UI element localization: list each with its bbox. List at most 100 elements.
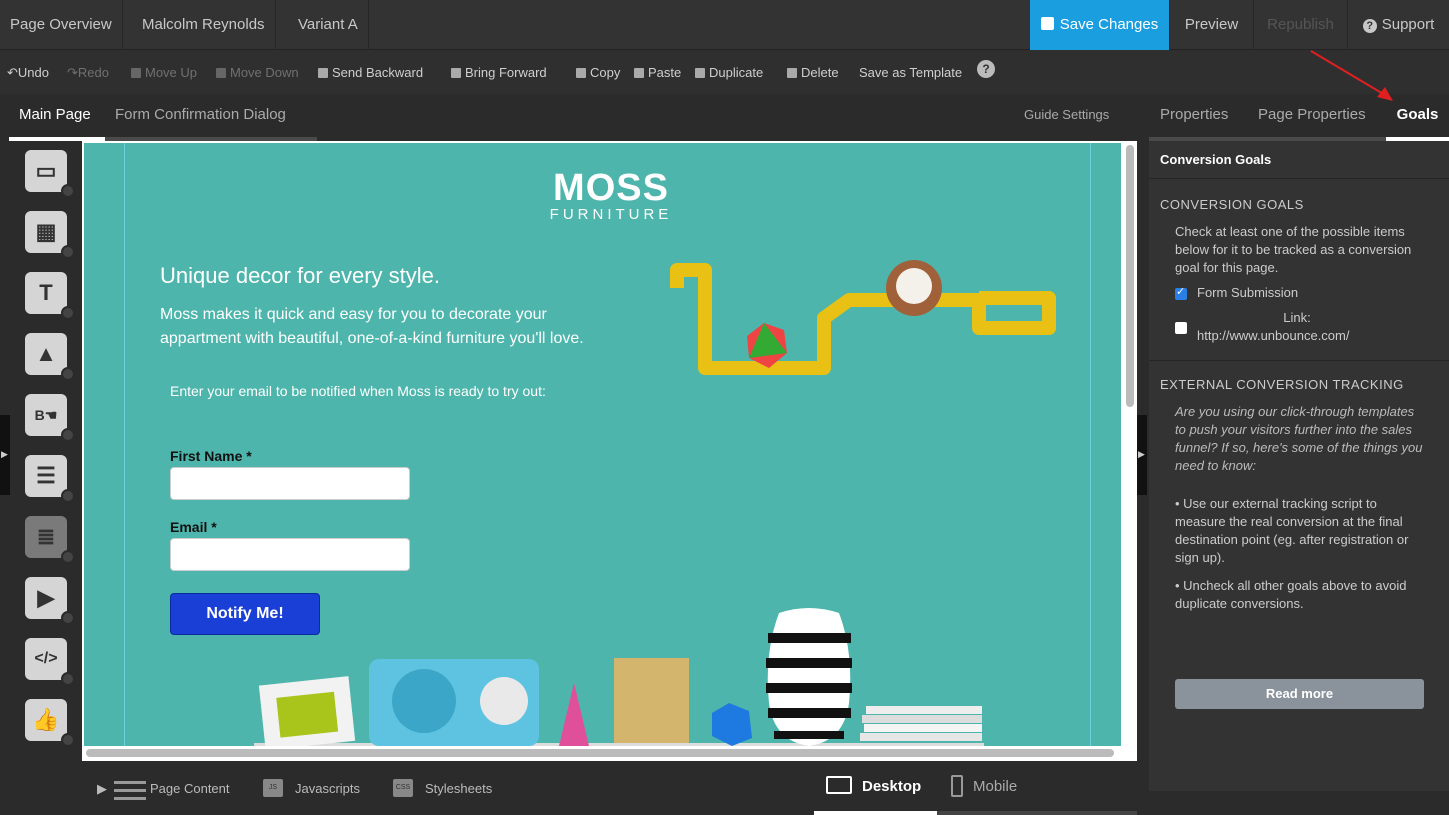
copy-button[interactable]: Copy [576,65,620,80]
save-as-template-button[interactable]: Save as Template [859,65,962,80]
caret-right-icon[interactable]: ▶ [97,781,107,797]
send-backward-label: Send Backward [332,65,424,80]
decor-illustration[interactable] [254,603,984,746]
move-down-button[interactable]: Move Down [216,65,299,80]
copy-icon [576,68,586,78]
undo-button[interactable]: ↶Undo [7,65,49,81]
lightbox-tool[interactable]: ≣ [25,516,75,564]
paste-button[interactable]: Paste [634,65,681,80]
delete-button[interactable]: Delete [787,65,839,80]
stylesheets-link[interactable]: Stylesheets [425,781,492,796]
save-changes-label: Save Changes [1059,16,1159,33]
desktop-view-tab[interactable]: Desktop [814,761,937,815]
page-content-link[interactable]: Page Content [150,781,230,796]
button-icon: B☚ [34,407,58,423]
send-backward-button[interactable]: Send Backward [318,65,423,80]
book-stack [860,706,982,741]
expand-icon [61,367,75,381]
breadcrumb-variant[interactable]: Variant A [288,0,369,50]
conversion-goals-description: Check at least one of the possible items… [1175,224,1412,275]
geometric-ornament [712,703,752,746]
box-tool[interactable]: ▦ [25,211,75,259]
picture-frame-art [276,691,339,738]
breadcrumb-page-name[interactable]: Malcolm Reynolds [132,0,276,50]
paste-icon [634,68,644,78]
read-more-button[interactable]: Read more [1175,679,1424,709]
button-tool[interactable]: B☚ [25,394,75,442]
panel-header: Conversion Goals [1160,152,1272,167]
delete-label: Delete [801,65,839,80]
social-tool[interactable]: 👍 [25,699,75,747]
form-submission-checkbox[interactable] [1175,285,1187,300]
canvas-horizontal-scrollbar[interactable] [86,749,1114,757]
tab-main-page[interactable]: Main Page [9,95,105,141]
page-content-icon [114,779,146,801]
subline-text[interactable]: Moss makes it quick and easy for you to … [160,303,630,351]
first-name-input[interactable] [170,467,410,500]
thumbs-up-icon: 👍 [32,707,60,732]
divider [1149,178,1449,179]
section-tool[interactable]: ▭ [25,150,75,198]
redo-button[interactable]: ↷Redo [67,65,109,81]
stylesheet-icon: CSS [393,779,413,797]
guide-settings-link[interactable]: Guide Settings [1024,95,1109,141]
external-tracking-title: EXTERNAL CONVERSION TRACKING [1160,377,1404,392]
radio-speaker [392,669,456,733]
javascript-icon: JS [263,779,283,797]
form-tool[interactable]: ☰ [25,455,75,503]
form-icon: ☰ [36,463,56,488]
annotation-arrow [1310,50,1393,101]
moss-logo[interactable]: MOSS FURNITURE [546,169,676,223]
text-icon: T [39,280,53,305]
email-input[interactable] [170,538,410,571]
undo-icon: ↶ [7,65,18,80]
javascripts-link[interactable]: Javascripts [295,781,360,796]
code-icon: </> [34,650,58,667]
trash-icon [787,68,797,78]
text-tool[interactable]: T [25,272,75,320]
tab-form-confirmation[interactable]: Form Confirmation Dialog [105,95,317,141]
radio-dial [480,677,528,725]
desktop-icon [826,776,852,794]
mobile-label: Mobile [973,778,1018,795]
expand-icon [61,428,75,442]
conversion-goals-title: CONVERSION GOALS [1160,197,1304,212]
table-surface [254,743,984,746]
bring-forward-icon [451,68,461,78]
save-changes-button[interactable]: Save Changes [1030,0,1169,50]
right-collapse-handle[interactable]: ▶ [1137,415,1147,495]
guide-line-left [124,143,125,746]
section-icon: ▭ [35,158,57,183]
breadcrumb-page-overview[interactable]: Page Overview [0,0,123,50]
bring-forward-label: Bring Forward [465,65,547,80]
duplicate-icon [695,68,705,78]
expand-icon [61,611,75,625]
form-intro-text[interactable]: Enter your email to be notified when Mos… [170,383,546,399]
link-goal-checkbox[interactable] [1175,322,1187,334]
help-circle-icon: ? [1362,19,1377,33]
paste-label: Paste [648,65,682,80]
preview-button[interactable]: Preview [1169,0,1253,50]
tab-properties[interactable]: Properties [1160,95,1228,141]
canvas-vertical-scrollbar[interactable] [1126,145,1134,407]
bring-forward-button[interactable]: Bring Forward [451,65,547,80]
first-name-label: First Name * [170,448,252,464]
logo-text-top: MOSS [553,167,669,209]
move-down-label: Move Down [230,65,299,80]
expand-icon [61,733,75,747]
html-tool[interactable]: </> [25,638,75,686]
video-tool[interactable]: ▶ [25,577,75,625]
mobile-view-tab[interactable]: Mobile [937,761,1137,815]
help-icon[interactable]: ? [977,60,995,78]
left-collapse-handle[interactable]: ▶ [0,415,10,495]
republish-button[interactable]: Republish [1253,0,1347,50]
duplicate-button[interactable]: Duplicate [695,65,763,80]
headline-text[interactable]: Unique decor for every style. [160,263,440,289]
link-goal-label: Link: [1283,310,1311,325]
shelf-illustration[interactable] [669,258,1059,383]
tracking-bullet-1: • Use our external tracking script to me… [1175,496,1409,565]
page-canvas[interactable]: MOSS FURNITURE Unique decor for every st… [84,143,1121,746]
support-button[interactable]: ? Support [1347,0,1449,50]
image-tool[interactable]: ▲ [25,333,75,381]
move-up-button[interactable]: Move Up [131,65,197,80]
